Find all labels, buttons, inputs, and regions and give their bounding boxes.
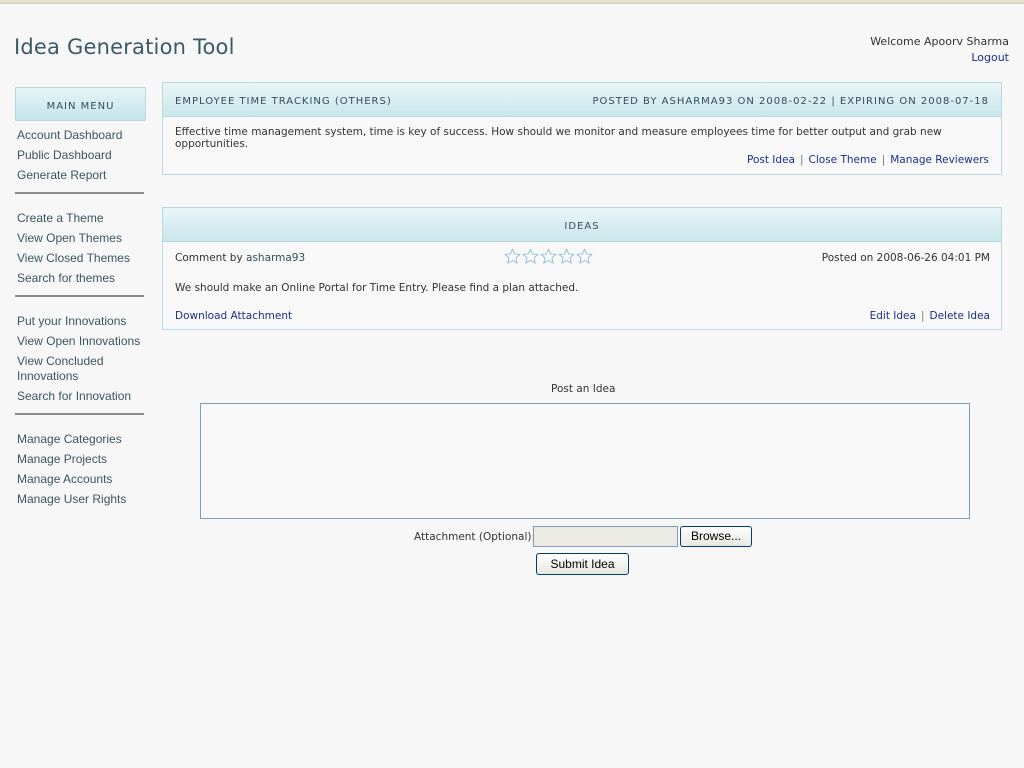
sidebar-item-view-open-innovations[interactable]: View Open Innovations xyxy=(15,332,144,352)
comment-prefix: Comment by xyxy=(175,252,243,264)
close-theme-link[interactable]: Close Theme xyxy=(809,154,877,166)
menu-group-innovations: Put your Innovations View Open Innovatio… xyxy=(15,307,144,415)
comment-by: Comment by asharma93 xyxy=(175,252,305,264)
sidebar-item-view-concluded-innovations[interactable]: View Concluded Innovations xyxy=(15,352,144,387)
comment-author: asharma93 xyxy=(246,252,306,264)
idea-textarea[interactable] xyxy=(200,403,970,519)
logout-link[interactable]: Logout xyxy=(971,51,1009,64)
post-idea-label: Post an Idea xyxy=(551,383,616,395)
menu-group-dashboard: Account Dashboard Public Dashboard Gener… xyxy=(15,121,144,194)
manage-reviewers-link[interactable]: Manage Reviewers xyxy=(890,154,989,166)
attachment-label: Attachment (Optional): xyxy=(414,531,536,543)
theme-panel-header: EMPLOYEE TIME TRACKING (OTHERS) POSTED B… xyxy=(163,83,1001,117)
sidebar-item-manage-accounts[interactable]: Manage Accounts xyxy=(15,470,144,490)
star-icon[interactable] xyxy=(504,248,521,265)
theme-panel: EMPLOYEE TIME TRACKING (OTHERS) POSTED B… xyxy=(162,82,1002,175)
theme-meta: POSTED BY ASHARMA93 ON 2008-02-22 | EXPI… xyxy=(592,96,989,107)
sidebar-item-account-dashboard[interactable]: Account Dashboard xyxy=(15,126,144,146)
welcome-text: Welcome Apoorv Sharma xyxy=(870,35,1009,48)
separator: | xyxy=(920,310,925,322)
ideas-panel-header: IDEAS xyxy=(163,208,1001,242)
posted-on: Posted on 2008-06-26 04:01 PM xyxy=(821,252,990,264)
sidebar-item-create-theme[interactable]: Create a Theme xyxy=(15,209,144,229)
sidebar-item-manage-categories[interactable]: Manage Categories xyxy=(15,430,144,450)
star-icon[interactable] xyxy=(522,248,539,265)
ideas-panel: IDEAS Comment by asharma93 Posted on 200… xyxy=(162,207,1002,330)
delete-idea-link[interactable]: Delete Idea xyxy=(930,310,991,322)
user-box: Welcome Apoorv Sharma Logout xyxy=(870,34,1009,66)
sidebar-item-put-innovations[interactable]: Put your Innovations xyxy=(15,312,144,332)
attachment-input[interactable] xyxy=(533,526,678,547)
app-title: Idea Generation Tool xyxy=(14,35,235,59)
post-idea-link[interactable]: Post Idea xyxy=(747,154,795,166)
main-menu-header: MAIN MENU xyxy=(15,87,146,121)
sidebar-item-search-innovation[interactable]: Search for Innovation xyxy=(15,387,144,407)
theme-title: EMPLOYEE TIME TRACKING (OTHERS) xyxy=(175,96,392,107)
idea-actions: Edit Idea | Delete Idea xyxy=(870,310,990,322)
sidebar-item-generate-report[interactable]: Generate Report xyxy=(15,166,144,186)
download-attachment-link[interactable]: Download Attachment xyxy=(175,310,292,322)
star-icon[interactable] xyxy=(558,248,575,265)
star-icon[interactable] xyxy=(576,248,593,265)
rating-stars[interactable] xyxy=(504,248,594,268)
theme-description: Effective time management system, time i… xyxy=(175,126,942,150)
sidebar-item-view-open-themes[interactable]: View Open Themes xyxy=(15,229,144,249)
ideas-header: IDEAS xyxy=(564,221,600,232)
submit-idea-button[interactable]: Submit Idea xyxy=(536,553,629,575)
sidebar-item-public-dashboard[interactable]: Public Dashboard xyxy=(15,146,144,166)
menu-group-themes: Create a Theme View Open Themes View Clo… xyxy=(15,204,144,297)
sidebar-item-manage-projects[interactable]: Manage Projects xyxy=(15,450,144,470)
idea-text: We should make an Online Portal for Time… xyxy=(175,282,579,294)
sidebar: MAIN MENU Account Dashboard Public Dashb… xyxy=(15,87,146,516)
star-icon[interactable] xyxy=(540,248,557,265)
theme-actions: Post Idea | Close Theme | Manage Reviewers xyxy=(747,154,989,166)
top-border xyxy=(0,0,1024,4)
sidebar-item-view-closed-themes[interactable]: View Closed Themes xyxy=(15,249,144,269)
browse-button[interactable]: Browse... xyxy=(680,526,752,547)
separator: | xyxy=(881,154,886,166)
sidebar-item-manage-user-rights[interactable]: Manage User Rights xyxy=(15,490,144,510)
sidebar-item-search-themes[interactable]: Search for themes xyxy=(15,269,144,289)
edit-idea-link[interactable]: Edit Idea xyxy=(870,310,916,322)
menu-group-manage: Manage Categories Manage Projects Manage… xyxy=(15,425,144,516)
separator: | xyxy=(799,154,804,166)
